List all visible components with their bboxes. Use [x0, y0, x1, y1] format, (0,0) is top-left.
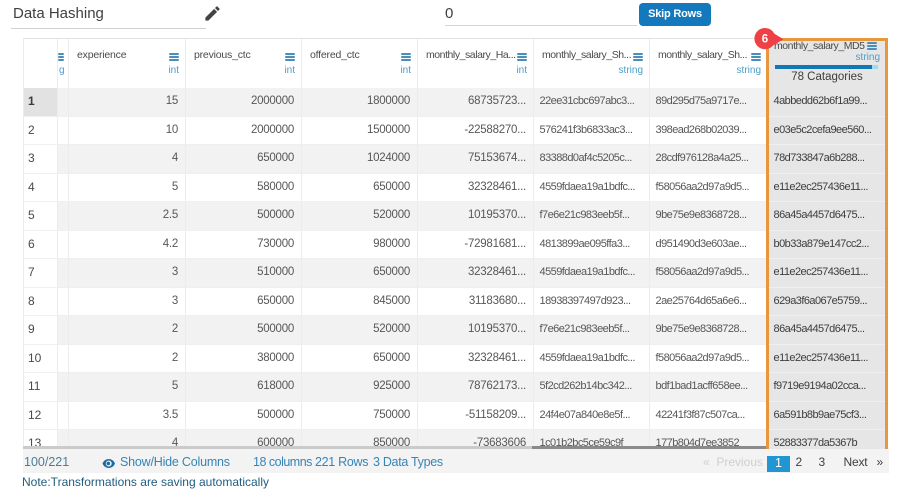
- svg-text:6: 6: [762, 34, 768, 46]
